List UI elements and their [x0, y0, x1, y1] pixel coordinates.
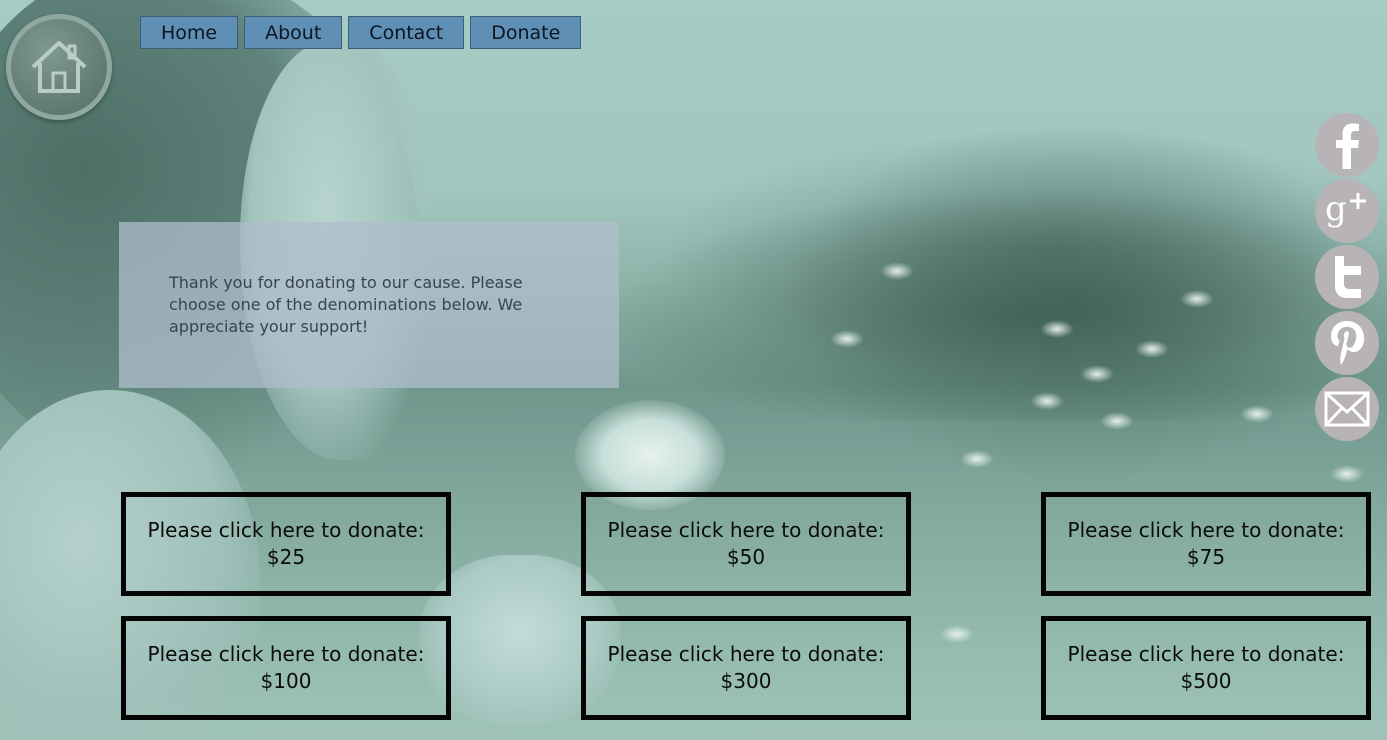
facebook-icon	[1336, 123, 1359, 169]
donate-prompt: Please click here to donate:	[1067, 642, 1345, 666]
svg-text:g: g	[1325, 189, 1347, 229]
nav-donate[interactable]: Donate	[470, 16, 582, 49]
dandelion-seed	[960, 450, 994, 468]
social-links: g	[1315, 113, 1379, 441]
donate-50-button[interactable]: Please click here to donate: $50	[581, 492, 911, 596]
donate-prompt: Please click here to donate:	[147, 642, 425, 666]
donate-prompt: Please click here to donate:	[607, 642, 885, 666]
donate-amount: $75	[1186, 545, 1226, 569]
dandelion-seed	[1330, 465, 1364, 483]
google-plus-icon: g	[1325, 189, 1366, 229]
twitter-button[interactable]	[1315, 245, 1379, 309]
dandelion-seed	[880, 262, 914, 280]
donate-amount: $500	[1180, 669, 1232, 693]
pinterest-button[interactable]	[1315, 311, 1379, 375]
email-button[interactable]	[1315, 377, 1379, 441]
donate-100-button[interactable]: Please click here to donate: $100	[121, 616, 451, 720]
home-logo-button[interactable]	[6, 14, 112, 120]
dandelion-seed	[1100, 412, 1134, 430]
home-icon	[31, 41, 87, 93]
google-plus-button[interactable]: g	[1315, 179, 1379, 243]
donate-75-button[interactable]: Please click here to donate: $75	[1041, 492, 1371, 596]
dandelion-seed	[1135, 340, 1169, 358]
donate-amount: $100	[260, 669, 312, 693]
email-icon	[1324, 391, 1370, 427]
facebook-button[interactable]	[1315, 113, 1379, 177]
dandelion-seed	[1240, 405, 1274, 423]
pinterest-icon	[1331, 321, 1365, 365]
donate-prompt: Please click here to donate:	[1067, 518, 1345, 542]
thank-you-text: Thank you for donating to our cause. Ple…	[169, 273, 523, 336]
donate-500-button[interactable]: Please click here to donate: $500	[1041, 616, 1371, 720]
donate-amount: $300	[720, 669, 772, 693]
donate-300-button[interactable]: Please click here to donate: $300	[581, 616, 911, 720]
dandelion-seed	[1080, 365, 1114, 383]
donate-amount: $25	[266, 545, 306, 569]
dandelion-seed	[830, 330, 864, 348]
dandelion-seed	[1040, 320, 1074, 338]
donate-25-button[interactable]: Please click here to donate: $25	[121, 492, 451, 596]
dandelion-seed	[1180, 290, 1214, 308]
main-nav: Home About Contact Donate	[140, 16, 582, 49]
twitter-icon	[1335, 256, 1361, 298]
dandelion-seed	[1030, 392, 1064, 410]
nav-home[interactable]: Home	[140, 16, 239, 49]
thank-you-panel: Thank you for donating to our cause. Ple…	[119, 222, 619, 388]
nav-about[interactable]: About	[244, 16, 343, 49]
donate-amount: $50	[726, 545, 766, 569]
nav-contact[interactable]: Contact	[348, 16, 465, 49]
donate-prompt: Please click here to donate:	[607, 518, 885, 542]
background-trees	[600, 190, 1387, 420]
donate-prompt: Please click here to donate:	[147, 518, 425, 542]
dandelion-seed	[940, 625, 974, 643]
